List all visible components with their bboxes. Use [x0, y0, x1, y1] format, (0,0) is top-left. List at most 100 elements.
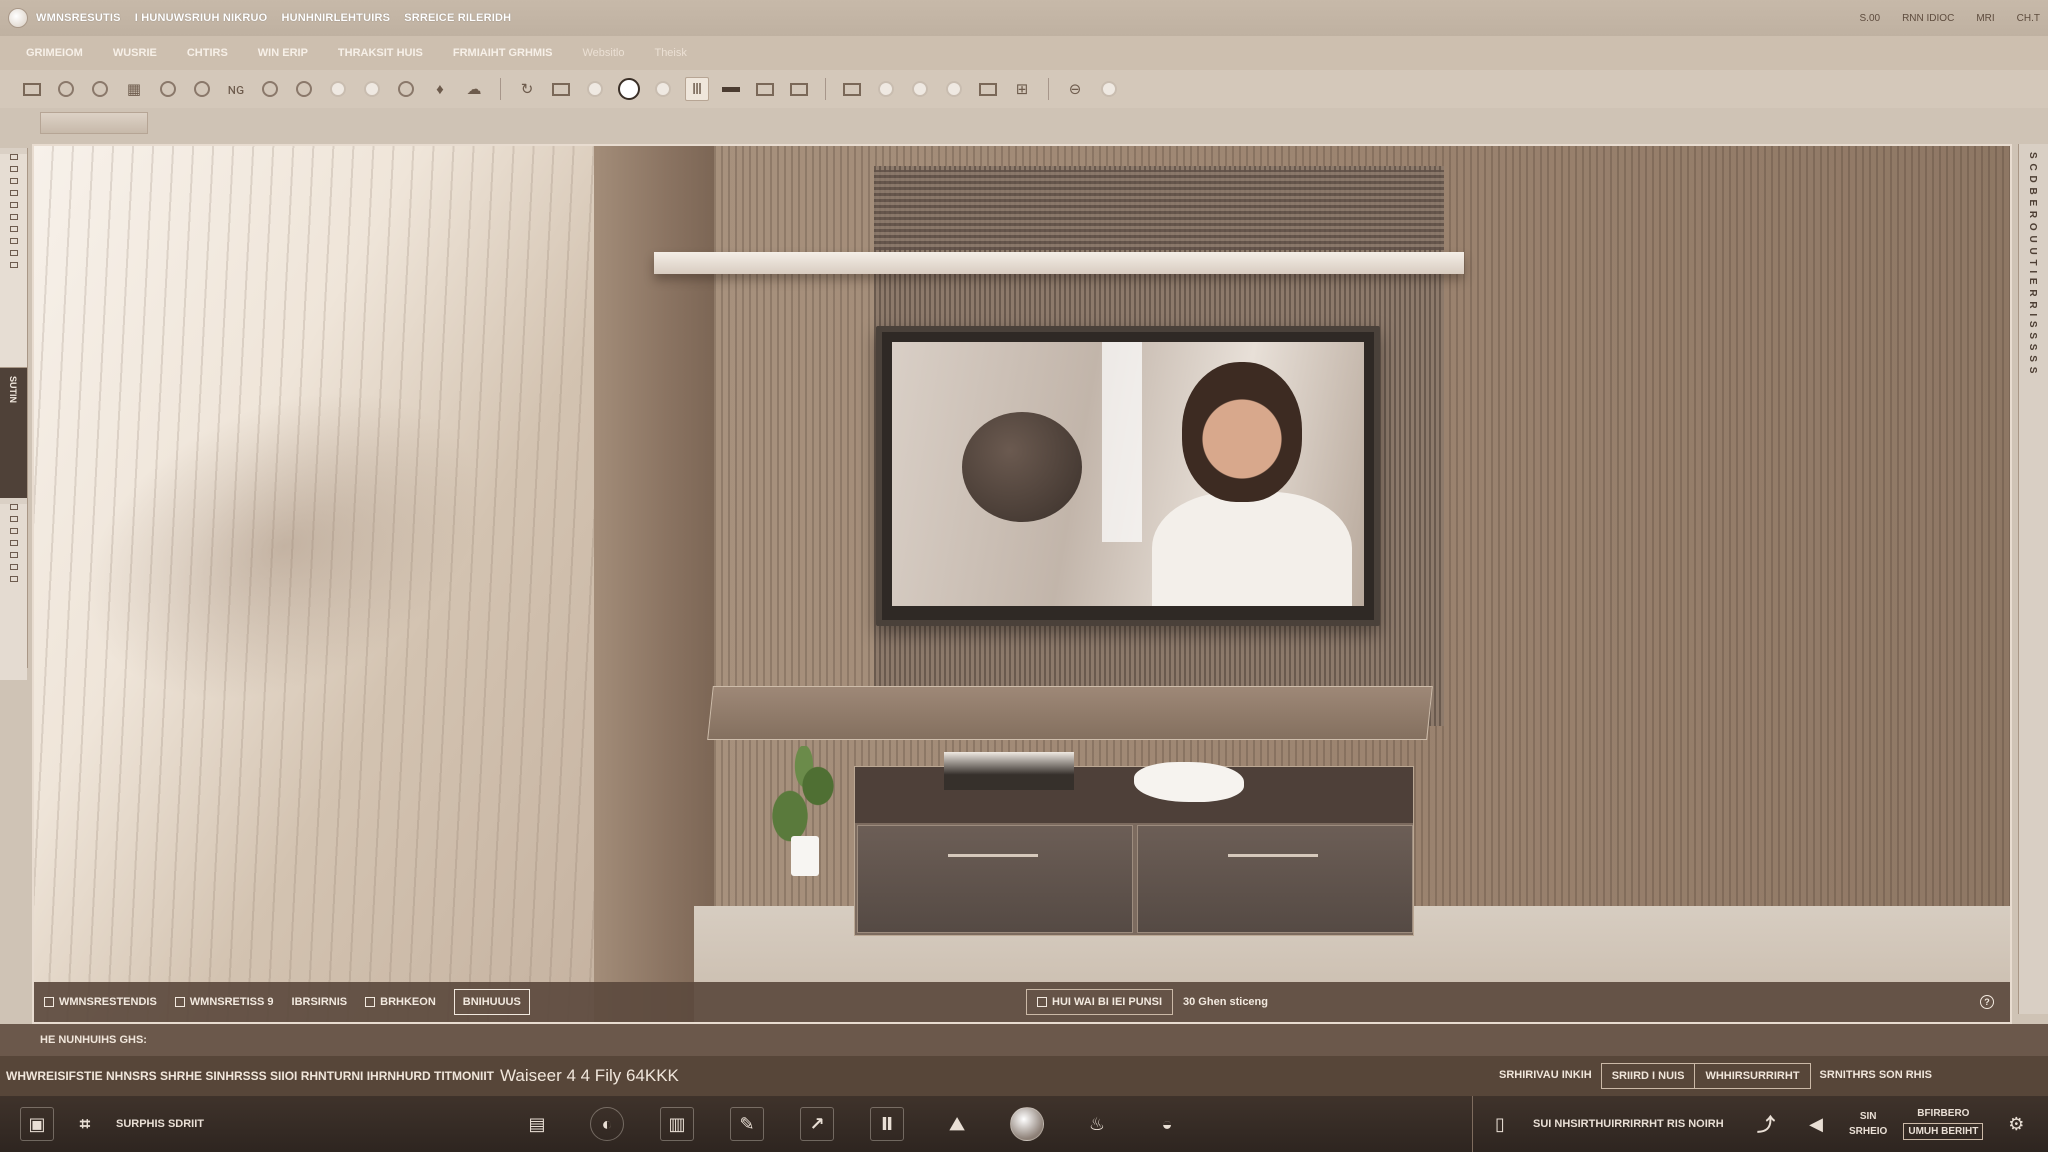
menu-item-7[interactable]: Theisk: [654, 47, 686, 59]
tool-icon[interactable]: [9, 238, 18, 244]
tool-icon[interactable]: [9, 528, 18, 534]
circle-icon[interactable]: [942, 77, 966, 101]
cloud-icon[interactable]: ☁: [462, 77, 486, 101]
bottom-right-col-2[interactable]: BFIRBERO UMUH BERIHT: [1903, 1108, 1984, 1140]
bottom-right-col-1[interactable]: SIN SRHEIO: [1849, 1111, 1887, 1137]
status-row-1-text: HE NUNHUIHS GHS:: [40, 1034, 147, 1046]
doc-icon[interactable]: [840, 77, 864, 101]
viewport-mode-cell[interactable]: HUI WAI BI IEI PUNSI: [1026, 989, 1174, 1015]
tool-icon[interactable]: [9, 504, 18, 510]
status-tab-3[interactable]: SRNITHRS SON RHIS: [1810, 1063, 1942, 1089]
column-icon[interactable]: Ⅱ: [870, 1107, 904, 1141]
play-icon[interactable]: ◀: [1799, 1107, 1833, 1141]
grid-icon[interactable]: ▦: [122, 77, 146, 101]
title-tab-1[interactable]: WMNSRESUTIS: [36, 12, 121, 24]
tool-icon[interactable]: [9, 564, 18, 570]
tool-icon[interactable]: [9, 202, 18, 208]
square-icon[interactable]: [976, 77, 1000, 101]
menu-item-5[interactable]: THRAKSIT HUIS: [338, 47, 423, 59]
title-right-item-2[interactable]: RNN IDIOC: [1902, 13, 1954, 24]
tool-icon[interactable]: [9, 178, 18, 184]
frame-icon[interactable]: [753, 77, 777, 101]
circle-icon[interactable]: [156, 77, 180, 101]
circle-icon[interactable]: [874, 77, 898, 101]
viewport-option-2[interactable]: WMNSRETISS 9: [174, 996, 274, 1008]
menu-item-3[interactable]: CHTIRS: [187, 47, 228, 59]
rotate-icon[interactable]: ↻: [515, 77, 539, 101]
frame-icon[interactable]: ▥: [660, 1107, 694, 1141]
viewport-option-5[interactable]: BNIHUUUS: [453, 989, 530, 1015]
title-tab-4[interactable]: SRREICE RILERIDH: [404, 12, 511, 24]
tool-icon[interactable]: [9, 250, 18, 256]
bars-icon[interactable]: Ⅲ: [685, 77, 709, 101]
tool-icon[interactable]: [9, 166, 18, 172]
menu-item-4[interactable]: WIN ERIP: [258, 47, 308, 59]
view-tab-strip[interactable]: [40, 112, 148, 134]
minus-icon[interactable]: ⊖: [1063, 77, 1087, 101]
title-right-item-4[interactable]: CH.T: [2017, 13, 2040, 24]
tool-icon[interactable]: [9, 516, 18, 522]
menu-item-6[interactable]: FRMIAIHT GRHMIS: [453, 47, 553, 59]
tool-icon[interactable]: [9, 540, 18, 546]
title-right-item-3[interactable]: MRI: [1976, 13, 1994, 24]
circle-icon[interactable]: [651, 77, 675, 101]
right-panel-label[interactable]: S C D B E R O U U T I E R R I S S S S S: [2019, 144, 2046, 382]
circle-icon[interactable]: [88, 77, 112, 101]
tool-icon[interactable]: [9, 154, 18, 160]
circle-icon[interactable]: [190, 77, 214, 101]
title-tab-2[interactable]: I HUNUWSRIUH NIKRUO: [135, 12, 268, 24]
menu-item-website[interactable]: Websitlo: [582, 47, 624, 59]
circle-icon[interactable]: [394, 77, 418, 101]
bottom-right-label[interactable]: SUI NHSIRTHUIRRIRRHT RIS NOIRH: [1533, 1118, 1733, 1130]
circle-icon[interactable]: [326, 77, 350, 101]
camera-icon[interactable]: ⌗: [68, 1107, 102, 1141]
menu-item-1[interactable]: GRIMEIOM: [26, 47, 83, 59]
status-tab-1[interactable]: SRIIRD I NUIS: [1600, 1063, 1696, 1089]
bar-icon[interactable]: [719, 77, 743, 101]
folder-icon[interactable]: ▤: [520, 1107, 554, 1141]
square-icon[interactable]: [20, 77, 44, 101]
tool-icon[interactable]: [9, 190, 18, 196]
shape-icon[interactable]: ◒: [1150, 1107, 1184, 1141]
app-logo-icon[interactable]: [8, 8, 28, 28]
render-viewport[interactable]: WMNSRESTENDIS WMNSRETISS 9 IBRSIRNIS BRH…: [32, 144, 2012, 1024]
pin-icon[interactable]: ♦: [428, 77, 452, 101]
circle-icon[interactable]: [583, 77, 607, 101]
circle-icon[interactable]: [292, 77, 316, 101]
bottom-left-label[interactable]: SURPHIS SDRIIT: [116, 1118, 204, 1130]
viewport-option-4[interactable]: BRHKEON: [365, 996, 436, 1008]
image-icon[interactable]: ▣: [20, 1107, 54, 1141]
table-icon[interactable]: ⊞: [1010, 77, 1034, 101]
window-icon[interactable]: [787, 77, 811, 101]
brush-icon[interactable]: ✎: [730, 1107, 764, 1141]
status-right-label[interactable]: SRHIRIVAU INKIH: [1489, 1063, 1602, 1089]
list-icon[interactable]: [549, 77, 573, 101]
cursor-icon[interactable]: ↗: [800, 1107, 834, 1141]
sphere-icon[interactable]: [1010, 1107, 1044, 1141]
viewport-option-3[interactable]: IBRSIRNIS: [292, 996, 348, 1008]
sign-icon[interactable]: ⤴: [1749, 1107, 1783, 1141]
tool-icon[interactable]: [9, 552, 18, 558]
help-icon[interactable]: ?: [1980, 995, 1994, 1009]
map-icon[interactable]: ⛰: [940, 1107, 974, 1141]
status-tab-2[interactable]: WHHIRSURRIRHT: [1694, 1063, 1811, 1089]
title-tab-3[interactable]: HUNHNIRLEHTUIRS: [281, 12, 390, 24]
circle-icon[interactable]: [908, 77, 932, 101]
tool-icon[interactable]: [9, 262, 18, 268]
document-icon[interactable]: ▯: [1483, 1107, 1517, 1141]
text-icon[interactable]: ɴɢ: [224, 77, 248, 101]
paint-bucket-icon[interactable]: ♨: [1080, 1107, 1114, 1141]
tool-icon[interactable]: [9, 576, 18, 582]
tool-icon[interactable]: [9, 226, 18, 232]
circle-icon[interactable]: [617, 77, 641, 101]
left-panel-active-section[interactable]: SUTIN: [0, 368, 27, 498]
tool-icon[interactable]: [9, 214, 18, 220]
circle-icon[interactable]: [1097, 77, 1121, 101]
circle-icon[interactable]: [54, 77, 78, 101]
circle-icon[interactable]: [360, 77, 384, 101]
settings-icon[interactable]: ⚙: [1999, 1107, 2033, 1141]
circle-icon[interactable]: [258, 77, 282, 101]
menu-item-2[interactable]: WUSRIE: [113, 47, 157, 59]
viewport-option-1[interactable]: WMNSRESTENDIS: [44, 996, 157, 1008]
circle-icon[interactable]: ◐: [590, 1107, 624, 1141]
